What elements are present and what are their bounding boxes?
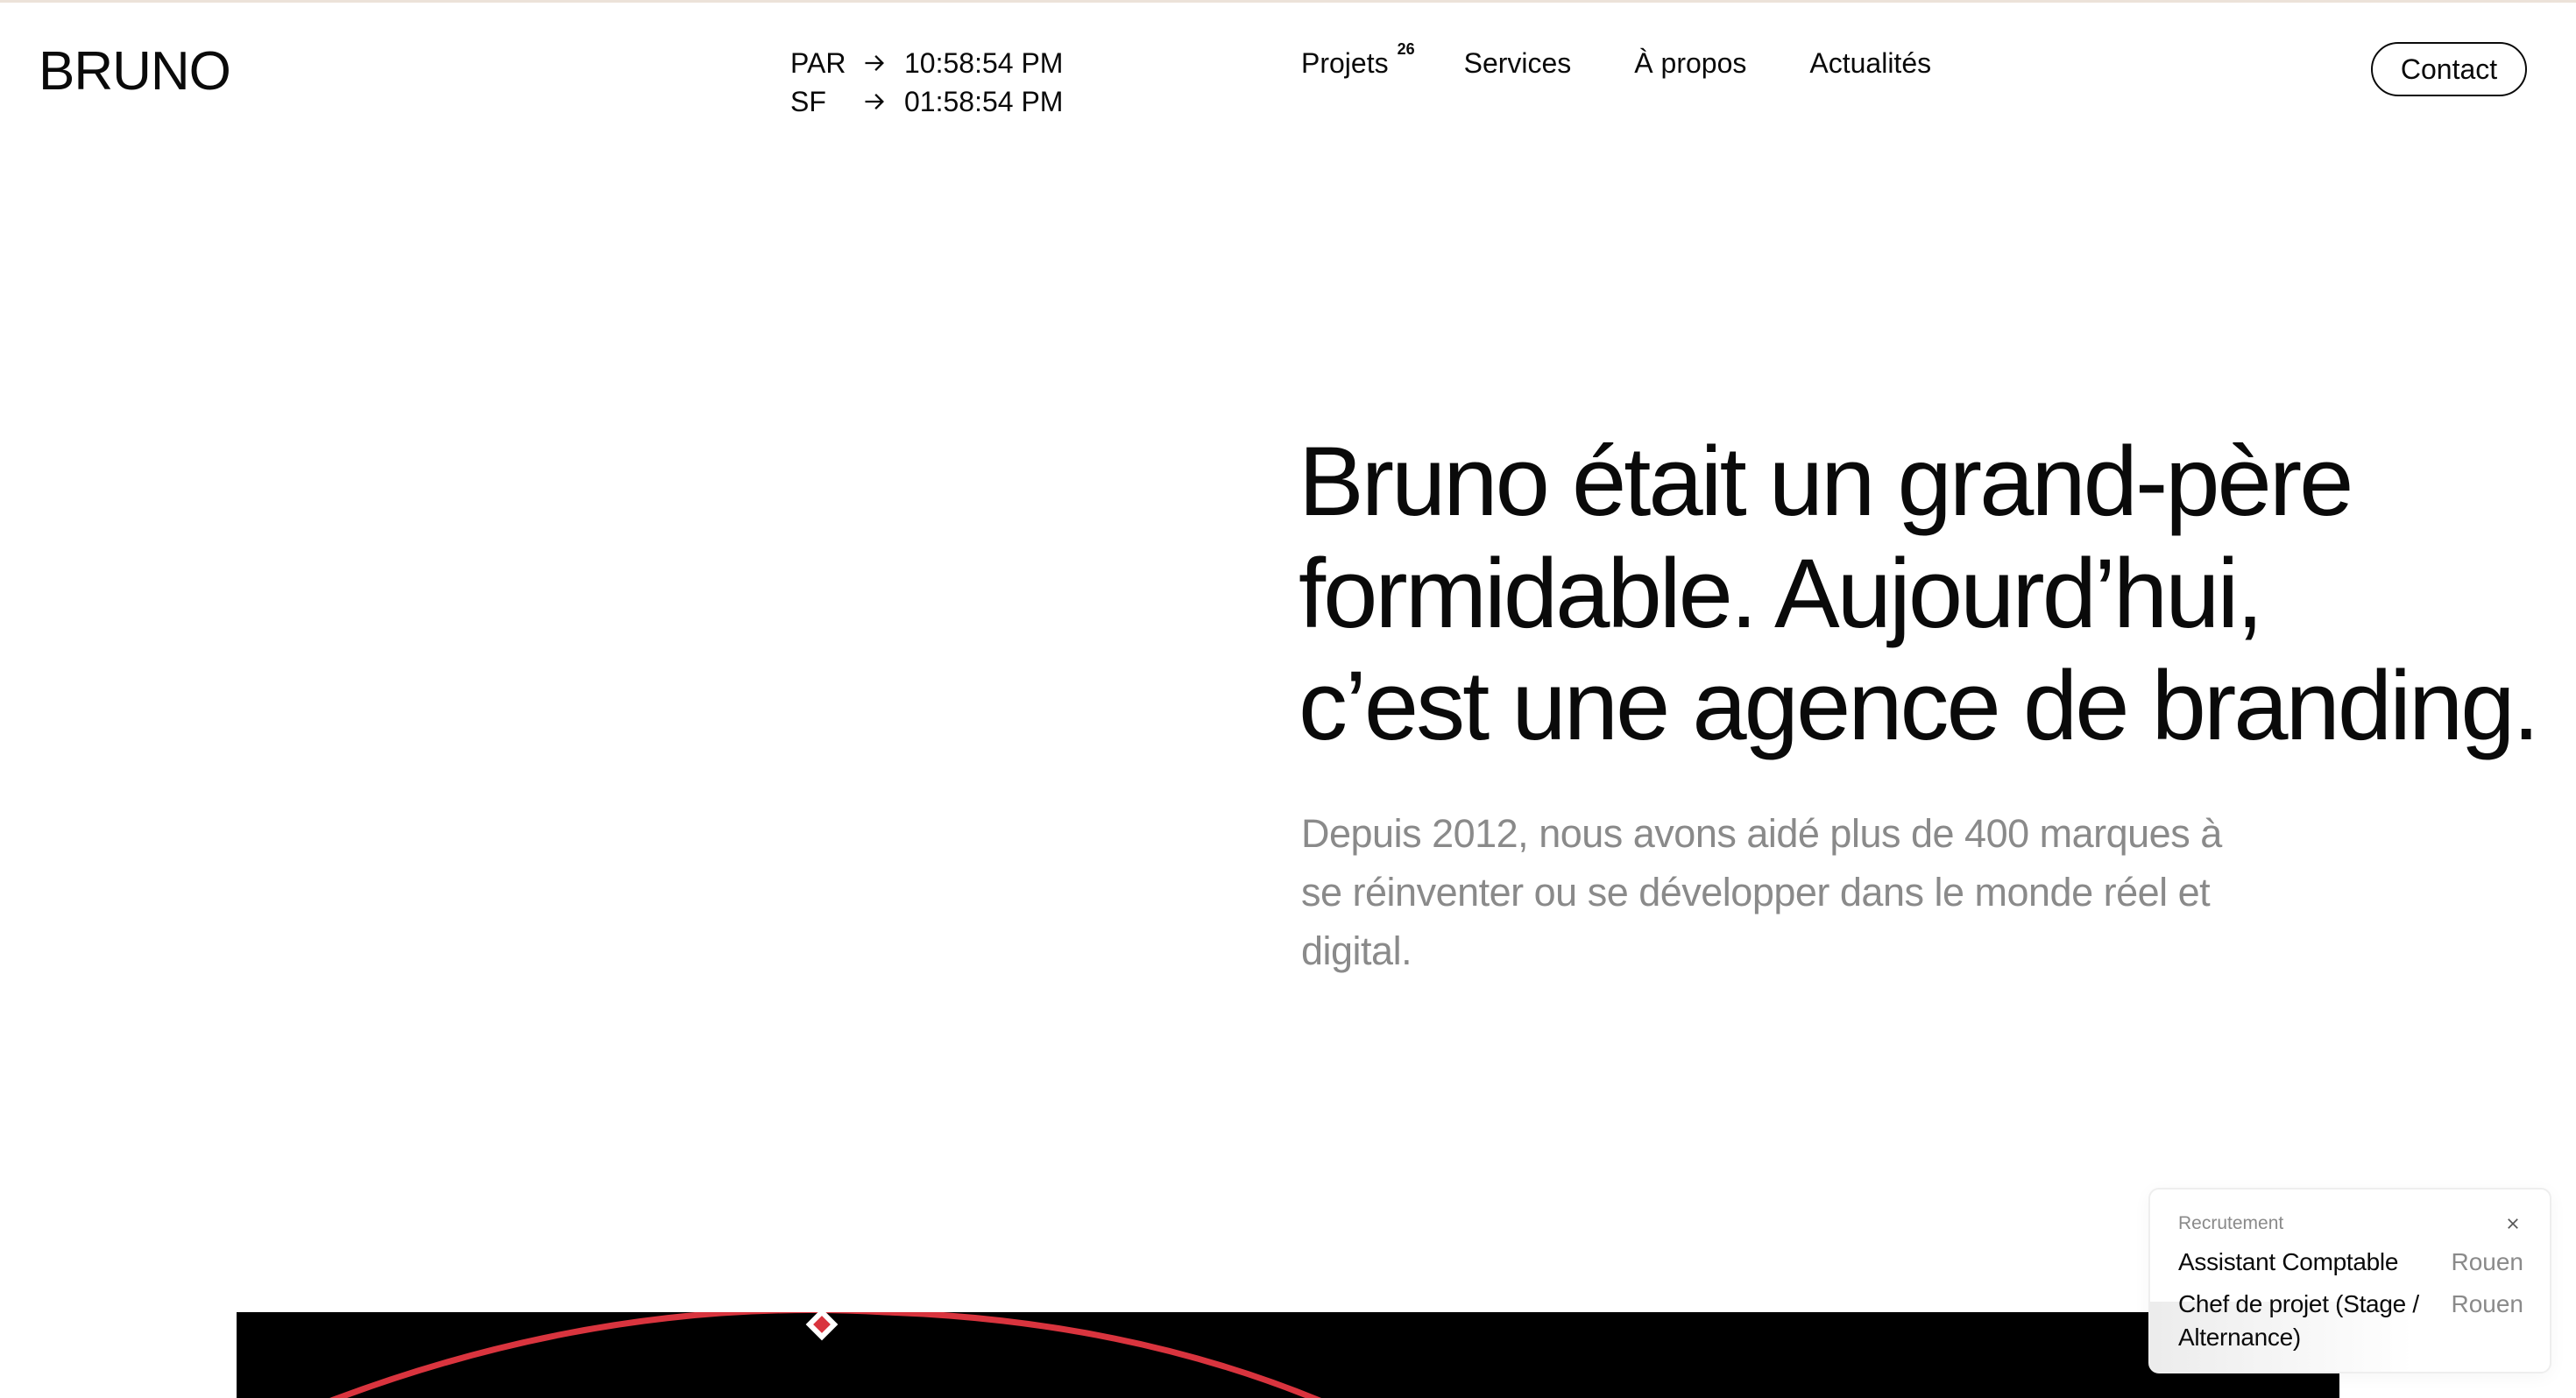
hero-heading: Bruno était un grand-père formidable. Au…	[1299, 426, 2543, 762]
hero-heading-line: formidable. Aujourd’hui,	[1299, 539, 2263, 648]
nav-item-label: Actualités	[1809, 47, 1932, 79]
arrow-right-icon	[862, 44, 890, 82]
job-title: Assistant Comptable	[2178, 1248, 2399, 1275]
clock-time: 01:58:54 PM	[904, 86, 1064, 117]
projects-count-badge: 26	[1397, 40, 1415, 58]
recruitment-header: Recrutement	[2178, 1211, 2523, 1237]
job-city: Rouen	[2451, 1290, 2523, 1317]
job-city: Rouen	[2451, 1248, 2523, 1275]
nav-item-services[interactable]: Services	[1464, 42, 1572, 84]
orbit-marker-icon	[805, 1312, 839, 1341]
clock-city: SF	[790, 86, 826, 117]
top-accent-bar	[0, 0, 2576, 3]
recruitment-panel: Recrutement Assistant Comptable Rouen Ch…	[2148, 1188, 2551, 1373]
orbit-graphic	[329, 1312, 1322, 1398]
arrow-right-icon	[862, 82, 890, 121]
job-title: Chef de projet (Stage / Alternance)	[2178, 1290, 2419, 1351]
job-listing[interactable]: Assistant Comptable Rouen	[2178, 1246, 2523, 1279]
nav-item-actualites[interactable]: Actualités	[1809, 42, 1931, 84]
contact-button[interactable]: Contact	[2371, 42, 2527, 96]
hero-subtitle: Depuis 2012, nous avons aidé plus de 400…	[1301, 811, 2222, 973]
clock-time: 10:58:54 PM	[904, 47, 1064, 79]
hero-video[interactable]	[237, 1312, 2339, 1398]
clock-row-sf: SF 01:58:54 PM	[790, 82, 1063, 121]
close-icon[interactable]	[2502, 1213, 2523, 1234]
nav-item-label: Projets	[1301, 47, 1389, 79]
clock-city: PAR	[790, 47, 846, 79]
job-listing[interactable]: Chef de projet (Stage / Alternance) Roue…	[2178, 1288, 2523, 1354]
hero-heading-line: c’est une agence de branding.	[1299, 651, 2540, 760]
nav-item-label: Services	[1463, 47, 1572, 79]
nav-item-label: À propos	[1634, 47, 1747, 79]
main-nav: Projets 26 Services À propos Actualités	[1301, 40, 1931, 84]
nav-item-projets[interactable]: Projets 26	[1301, 40, 1415, 84]
nav-item-a-propos[interactable]: À propos	[1634, 42, 1746, 84]
world-clocks: PAR 10:58:54 PM SF 01:58:54 PM	[790, 44, 1063, 121]
clock-row-paris: PAR 10:58:54 PM	[790, 44, 1063, 82]
hero-heading-line: Bruno était un grand-père	[1299, 427, 2353, 536]
brand-logo[interactable]: BRUNO	[39, 39, 231, 105]
recruitment-title: Recrutement	[2178, 1213, 2284, 1233]
